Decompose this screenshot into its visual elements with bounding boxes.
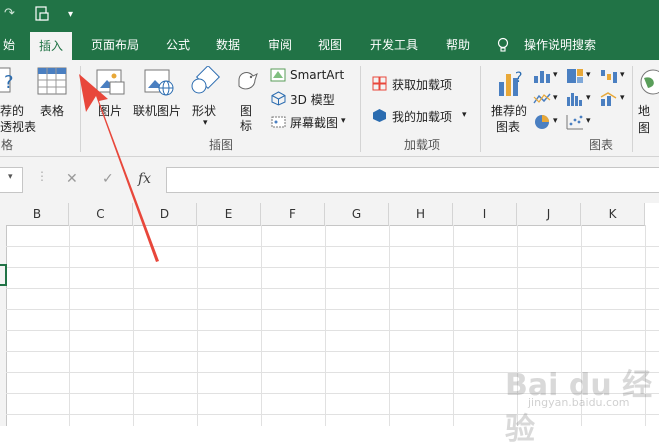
watermark-url: jingyan.baidu.com xyxy=(528,396,630,409)
